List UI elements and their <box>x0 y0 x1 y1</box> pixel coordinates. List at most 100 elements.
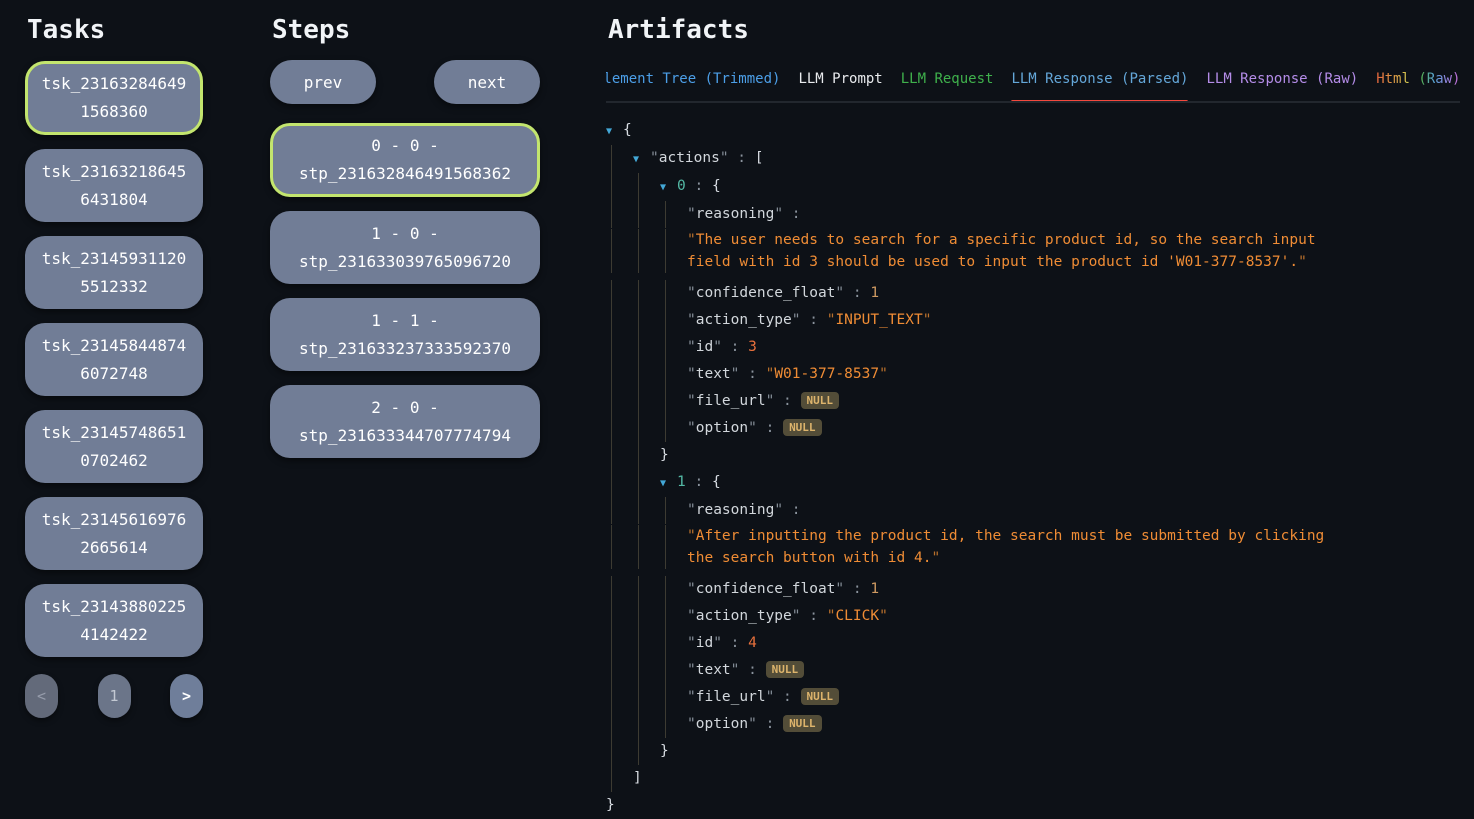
collapse-toggle-icon[interactable]: ▼ <box>606 118 623 145</box>
string-value: CLICK <box>835 608 879 624</box>
indent-guide <box>611 173 612 201</box>
task-button[interactable]: tsk_231456169762665614 <box>25 497 203 570</box>
indent-guide <box>611 497 612 524</box>
string-value: INPUT_TEXT <box>835 312 922 328</box>
indent-guide <box>665 603 666 630</box>
page-number-button[interactable]: 1 <box>98 674 131 718</box>
colon: : <box>729 150 755 166</box>
colon: : <box>844 581 870 597</box>
next-page-button[interactable]: > <box>170 674 203 718</box>
json-row: "file_url" : NULL <box>606 388 1460 415</box>
key-quote: " <box>687 608 696 624</box>
next-step-button[interactable]: next <box>434 60 540 104</box>
indent-guide <box>665 334 666 361</box>
json-row: "confidence_float" : 1 <box>606 280 1460 307</box>
key-quote: " <box>687 285 696 301</box>
step-button[interactable]: 0 - 0 - stp_231632846491568362 <box>270 123 540 197</box>
step-button[interactable]: 1 - 0 - stp_231633039765096720 <box>270 211 540 284</box>
collapse-toggle-icon[interactable]: ▼ <box>660 470 677 497</box>
indent-guide <box>611 469 612 497</box>
colon: : <box>801 312 827 328</box>
indent-guide <box>665 630 666 657</box>
task-button[interactable]: tsk_231632846491568360 <box>25 61 203 135</box>
indent-guide <box>638 603 639 630</box>
task-button[interactable]: tsk_231458448746072748 <box>25 323 203 396</box>
key-quote: " <box>687 420 696 436</box>
null-badge: NULL <box>783 715 822 732</box>
indent-guide <box>611 576 612 603</box>
tab-html-raw[interactable]: Html (Raw) <box>1376 70 1460 101</box>
indent-guide <box>638 684 639 711</box>
tab-llm-request[interactable]: LLM Request <box>901 70 994 101</box>
indent-guide <box>638 442 639 469</box>
indent-guide <box>638 361 639 388</box>
json-row: "The user needs to search for a specific… <box>606 229 1351 273</box>
indent-guide <box>665 525 666 569</box>
task-button[interactable]: tsk_231459311205512332 <box>25 236 203 309</box>
collapse-toggle-icon[interactable]: ▼ <box>660 174 677 201</box>
colon: : <box>722 339 748 355</box>
indent-guide <box>611 388 612 415</box>
key-quote: " <box>792 608 801 624</box>
key-quote: " <box>687 366 696 382</box>
string-quote: " <box>879 608 888 624</box>
key-quote: " <box>687 689 696 705</box>
steps-title: Steps <box>272 12 540 48</box>
step-button[interactable]: 2 - 0 - stp_231633344707774794 <box>270 385 540 458</box>
key-name: actions <box>659 150 720 166</box>
tab-llm-response-parsed[interactable]: LLM Response (Parsed) <box>1011 70 1188 101</box>
open-bracket: { <box>623 122 632 138</box>
steps-nav: prev next <box>270 60 540 104</box>
int-value: 3 <box>748 339 757 355</box>
key-name: text <box>696 366 731 382</box>
colon: : <box>757 420 783 436</box>
prev-page-button[interactable]: < <box>25 674 58 718</box>
json-row: "confidence_float" : 1 <box>606 576 1460 603</box>
string-value: After inputting the product id, the sear… <box>687 528 1324 566</box>
key-quote: " <box>748 716 757 732</box>
key-quote: " <box>835 581 844 597</box>
task-button[interactable]: tsk_231457486510702462 <box>25 410 203 483</box>
json-row: } <box>606 442 1460 469</box>
indent-guide <box>665 201 666 228</box>
close-bracket: } <box>660 447 669 463</box>
colon: : <box>783 206 809 222</box>
indent-guide <box>665 415 666 442</box>
indent-guide <box>611 280 612 307</box>
indent-guide <box>611 630 612 657</box>
key-quote: " <box>748 420 757 436</box>
key-quote: " <box>766 689 775 705</box>
json-row: "file_url" : NULL <box>606 684 1460 711</box>
colon: : <box>774 393 800 409</box>
index-key: 1 <box>677 474 686 490</box>
json-row: "text" : "W01-377-8537" <box>606 361 1460 388</box>
key-quote: " <box>835 285 844 301</box>
indent-guide <box>638 630 639 657</box>
int-value: 4 <box>748 635 757 651</box>
indent-guide <box>638 711 639 738</box>
prev-step-button[interactable]: prev <box>270 60 376 104</box>
tab-llm-response-raw[interactable]: LLM Response (Raw) <box>1206 70 1358 101</box>
tab-llm-prompt[interactable]: LLM Prompt <box>798 70 882 101</box>
null-badge: NULL <box>766 661 805 678</box>
key-quote: " <box>687 502 696 518</box>
task-button[interactable]: tsk_231438802254142422 <box>25 584 203 657</box>
index-key: 0 <box>677 178 686 194</box>
open-bracket: [ <box>755 150 764 166</box>
colon: : <box>739 662 765 678</box>
key-quote: " <box>766 393 775 409</box>
colon: : <box>686 474 712 490</box>
indent-guide <box>665 684 666 711</box>
open-bracket: { <box>712 178 721 194</box>
task-button[interactable]: tsk_231632186456431804 <box>25 149 203 222</box>
collapse-toggle-icon[interactable]: ▼ <box>633 146 650 173</box>
key-name: confidence_float <box>696 285 836 301</box>
key-name: id <box>696 339 713 355</box>
json-row: "After inputting the product id, the sea… <box>606 525 1351 569</box>
json-row: ] <box>606 765 1460 792</box>
tab-element-tree-trimmed[interactable]: Element Tree (Trimmed) <box>606 70 780 101</box>
json-row: "option" : NULL <box>606 711 1460 738</box>
step-button[interactable]: 1 - 1 - stp_231633237333592370 <box>270 298 540 371</box>
indent-guide <box>638 497 639 524</box>
indent-guide <box>638 525 639 569</box>
